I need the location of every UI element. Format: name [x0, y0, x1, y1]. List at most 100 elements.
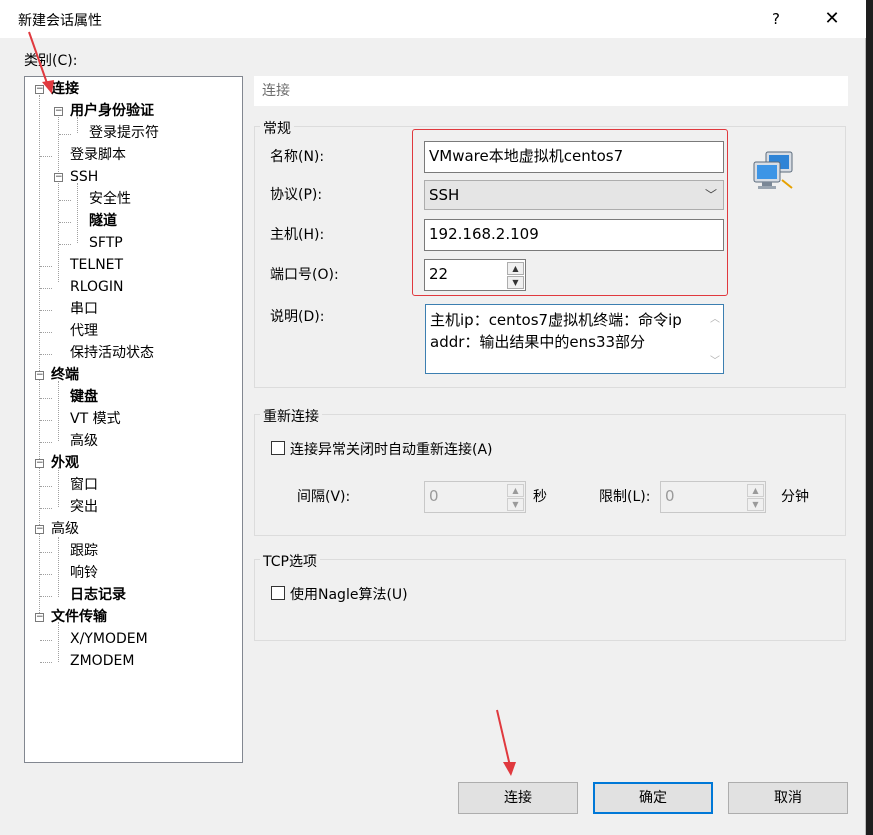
general-group-title: 常规: [260, 118, 294, 138]
tree-item[interactable]: 保持活动状态: [70, 343, 154, 363]
collapse-toggle-icon[interactable]: −: [35, 613, 44, 622]
tree-item[interactable]: 文件传输: [51, 607, 107, 627]
tree-item[interactable]: VT 模式: [70, 409, 121, 429]
help-button[interactable]: ?: [754, 6, 798, 32]
description-line-1: 主机ip：centos7虚拟机终端：命令ip: [430, 311, 682, 329]
collapse-toggle-icon[interactable]: −: [35, 525, 44, 534]
collapse-toggle-icon[interactable]: −: [54, 107, 63, 116]
category-tree[interactable]: − 连接 − 用户身份验证 登录提示符 登录脚本 − SSH 安全性 隧道 SFTP TELNET RL…: [24, 76, 243, 763]
tree-connector: [39, 95, 40, 617]
nagle-label: 使用Nagle算法(U): [290, 587, 408, 603]
scroll-up-icon[interactable]: ︿: [710, 309, 720, 331]
cancel-button[interactable]: 取消: [728, 782, 848, 814]
tree-item[interactable]: 突出: [70, 497, 98, 517]
tree-connector: [59, 200, 71, 201]
description-textarea[interactable]: 主机ip：centos7虚拟机终端：命令ip addr：输出结果中的ens33部…: [425, 304, 724, 374]
network-computers-icon: [753, 151, 793, 189]
tree-item[interactable]: 终端: [51, 365, 79, 385]
tree-connector: [40, 156, 52, 157]
tree-connector: [40, 552, 52, 553]
auto-reconnect-checkbox[interactable]: [271, 441, 285, 455]
limit-value: 0: [665, 487, 675, 505]
tree-item[interactable]: 登录脚本: [70, 145, 126, 165]
session-properties-dialog: 新建会话属性 ? ✕ 类别(C): − 连接 − 用户身份验证 登录提示符 登录脚本 − SS…: [0, 0, 866, 835]
tree-connector: [40, 486, 52, 487]
tree-connector: [59, 244, 71, 245]
tcp-options-group-title: TCP选项: [260, 551, 320, 571]
tree-item[interactable]: X/YMODEM: [70, 629, 148, 649]
spin-up-icon: ▲: [747, 484, 764, 497]
tree-item[interactable]: 日志记录: [70, 585, 126, 605]
tree-item[interactable]: 跟踪: [70, 541, 98, 561]
panel-header: 连接: [254, 76, 848, 106]
tree-connector: [40, 310, 52, 311]
host-label: 主机(H):: [270, 227, 325, 243]
interval-unit: 秒: [533, 489, 547, 505]
tree-connector: [58, 537, 59, 597]
tree-item[interactable]: RLOGIN: [70, 277, 124, 297]
scroll-down-icon[interactable]: ﹀: [710, 351, 720, 373]
tree-connector: [40, 354, 52, 355]
close-button[interactable]: ✕: [810, 6, 854, 32]
tree-item[interactable]: 用户身份验证: [70, 101, 154, 121]
tree-item[interactable]: 隧道: [89, 211, 117, 231]
limit-stepper: 0 ▲ ▼: [660, 481, 766, 513]
limit-unit: 分钟: [781, 489, 809, 505]
tree-item[interactable]: TELNET: [70, 255, 123, 275]
ok-button[interactable]: 确定: [593, 782, 713, 814]
tree-item[interactable]: 代理: [70, 321, 98, 341]
collapse-toggle-icon[interactable]: −: [35, 371, 44, 380]
tree-item[interactable]: 键盘: [70, 387, 98, 407]
tree-item[interactable]: 外观: [51, 453, 79, 473]
tree-connector: [40, 266, 52, 267]
tree-connector: [58, 381, 59, 441]
interval-label: 间隔(V):: [297, 489, 351, 505]
tree-connector: [40, 442, 52, 443]
tree-connector: [40, 574, 52, 575]
tree-connector: [58, 622, 59, 662]
description-label: 说明(D):: [270, 309, 325, 325]
tree-connector: [40, 596, 52, 597]
reconnect-group: [254, 414, 846, 536]
tree-connector: [40, 640, 52, 641]
tree-connector: [58, 467, 59, 507]
tree-item[interactable]: 窗口: [70, 475, 98, 495]
interval-stepper: 0 ▲ ▼: [424, 481, 526, 513]
name-label: 名称(N):: [270, 149, 325, 165]
spin-down-icon: ▼: [507, 498, 524, 511]
reconnect-group-title: 重新连接: [260, 406, 322, 426]
collapse-toggle-icon[interactable]: −: [35, 459, 44, 468]
tree-item[interactable]: SSH: [70, 167, 98, 187]
auto-reconnect-label: 连接异常关闭时自动重新连接(A): [290, 442, 493, 458]
tree-connector: [40, 288, 52, 289]
tree-connector: [40, 420, 52, 421]
tree-item[interactable]: 登录提示符: [89, 123, 159, 143]
nagle-checkbox[interactable]: [271, 586, 285, 600]
annotation-arrow-icon: [496, 709, 516, 776]
tree-item[interactable]: 串口: [70, 299, 98, 319]
tree-connector: [59, 134, 71, 135]
port-label: 端口号(O):: [270, 267, 339, 283]
title-bar: 新建会话属性 ? ✕: [0, 0, 866, 38]
tree-item[interactable]: ZMODEM: [70, 651, 134, 671]
annotation-arrow-icon: [28, 31, 54, 94]
tree-connector: [40, 332, 52, 333]
tree-item[interactable]: SFTP: [89, 233, 123, 253]
tree-item[interactable]: 安全性: [89, 189, 131, 209]
tree-connector: [77, 183, 78, 243]
tree-connector: [40, 508, 52, 509]
tree-item[interactable]: 高级: [70, 431, 98, 451]
annotation-highlight-box: [412, 129, 728, 296]
tree-item[interactable]: 高级: [51, 519, 79, 539]
tree-connector: [59, 222, 71, 223]
window-title: 新建会话属性: [18, 13, 102, 29]
tree-item[interactable]: 响铃: [70, 563, 98, 583]
description-line-2: addr：输出结果中的ens33部分: [430, 333, 646, 351]
connect-button[interactable]: 连接: [458, 782, 578, 814]
tree-connector: [40, 398, 52, 399]
limit-label: 限制(L):: [599, 489, 651, 505]
interval-value: 0: [429, 487, 439, 505]
collapse-toggle-icon[interactable]: −: [54, 173, 63, 182]
tree-connector: [40, 662, 52, 663]
protocol-label: 协议(P):: [270, 187, 323, 203]
